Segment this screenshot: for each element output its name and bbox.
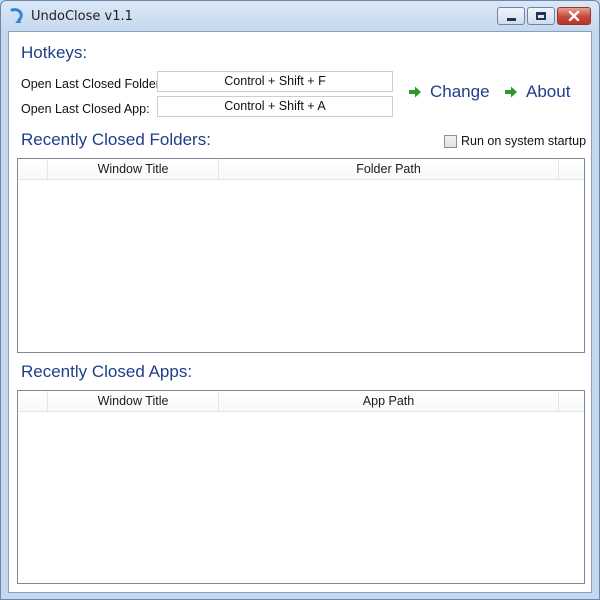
change-label: Change: [430, 82, 490, 101]
app-hotkey-label: Open Last Closed App:: [21, 102, 150, 116]
folders-heading: Recently Closed Folders:: [21, 130, 211, 149]
column-header-filler: [559, 391, 584, 412]
app-hotkey-field[interactable]: Control + Shift + A: [157, 96, 393, 117]
column-header-blank[interactable]: [18, 159, 48, 180]
green-arrow-icon: [505, 86, 517, 98]
folders-list-header: Window Title Folder Path: [18, 159, 584, 180]
hotkeys-heading: Hotkeys:: [21, 43, 88, 62]
apps-list-header: Window Title App Path: [18, 391, 584, 412]
column-header-filler: [559, 159, 584, 180]
folder-hotkey-label: Open Last Closed Folder: [21, 77, 160, 91]
green-arrow-icon: [409, 86, 421, 98]
caption-buttons: [495, 7, 591, 27]
column-header-window-title[interactable]: Window Title: [48, 159, 219, 180]
column-header-window-title[interactable]: Window Title: [48, 391, 219, 412]
close-icon: [568, 11, 580, 21]
about-label: About: [526, 82, 571, 101]
maximize-button[interactable]: [527, 7, 555, 25]
column-header-app-path[interactable]: App Path: [219, 391, 559, 412]
maximize-icon: [536, 12, 546, 20]
column-header-blank[interactable]: [18, 391, 48, 412]
minimize-icon: [506, 17, 516, 21]
folder-hotkey-field[interactable]: Control + Shift + F: [157, 71, 393, 92]
change-button[interactable]: Change: [408, 82, 490, 102]
about-button[interactable]: About: [504, 82, 570, 102]
window-title: UndoClose v1.1: [31, 9, 133, 24]
minimize-button[interactable]: [497, 7, 525, 25]
title-bar[interactable]: UndoClose v1.1: [1, 1, 599, 31]
undo-arrow-icon: [10, 8, 23, 23]
column-header-folder-path[interactable]: Folder Path: [219, 159, 559, 180]
client-area: Hotkeys: Open Last Closed Folder Control…: [8, 31, 592, 593]
startup-label: Run on system startup: [461, 134, 587, 148]
startup-option[interactable]: Run on system startup: [444, 134, 586, 148]
apps-heading: Recently Closed Apps:: [21, 362, 193, 381]
app-window: UndoClose v1.1 Hotkeys: Open Last Closed…: [0, 0, 600, 600]
apps-list[interactable]: Window Title App Path: [17, 390, 585, 584]
folders-list[interactable]: Window Title Folder Path: [17, 158, 585, 353]
startup-checkbox[interactable]: [444, 134, 457, 148]
close-button[interactable]: [557, 7, 591, 25]
